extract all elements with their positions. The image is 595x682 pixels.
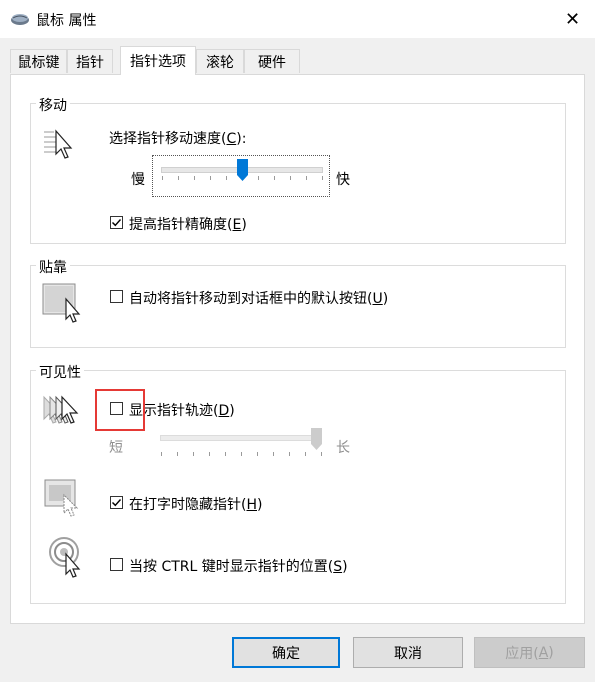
slider-tick: [321, 452, 322, 456]
visibility-group-label: 可见性: [36, 362, 84, 382]
slider-tick: [193, 452, 194, 456]
slider-thumb: [311, 428, 322, 450]
snap-to-icon: [42, 283, 82, 327]
hide-pointer-label[interactable]: 在打字时隐藏指针(H): [129, 494, 262, 514]
mouse-icon: [10, 11, 30, 27]
slider-tick: [161, 452, 162, 456]
slider-tick: [290, 176, 291, 180]
precision-label[interactable]: 提高指针精确度(E): [129, 214, 247, 234]
snap-group-label: 贴靠: [36, 257, 70, 277]
slider-tick: [194, 176, 195, 180]
show-location-icon: [48, 536, 84, 582]
highlight-box: [95, 389, 145, 431]
speed-slider[interactable]: [152, 155, 330, 197]
fast-label: 快: [336, 172, 350, 188]
slider-tick: [257, 452, 258, 456]
slider-tick: [210, 176, 211, 180]
slider-tick: [178, 176, 179, 180]
hide-pointer-checkbox[interactable]: [110, 496, 123, 509]
check-icon: [112, 219, 122, 227]
motion-group-label: 移动: [36, 95, 70, 115]
snap-label[interactable]: 自动将指针移动到对话框中的默认按钮(U): [129, 288, 388, 308]
precision-checkbox[interactable]: [110, 216, 123, 229]
cancel-button[interactable]: 取消: [353, 637, 463, 668]
slider-tick: [209, 452, 210, 456]
slow-label: 慢: [131, 172, 145, 188]
slider-tick: [274, 176, 275, 180]
tab-hardware[interactable]: 硬件: [244, 49, 300, 73]
trails-length-slider: [152, 428, 330, 458]
hide-pointer-icon: [44, 479, 84, 521]
tab-pointers[interactable]: 指针: [67, 49, 113, 73]
close-icon: ✕: [564, 8, 581, 30]
check-icon: [112, 499, 122, 507]
slider-tick: [273, 452, 274, 456]
slider-tick: [322, 176, 323, 180]
slider-thumb[interactable]: [237, 159, 248, 181]
slider-tick: [177, 452, 178, 456]
speed-label: 选择指针移动速度(C):: [109, 131, 247, 147]
tab-label: 鼠标键: [17, 54, 60, 71]
close-button[interactable]: ✕: [550, 0, 595, 38]
slider-tick: [289, 452, 290, 456]
tab-label: 指针: [76, 54, 104, 71]
tab-label: 滚轮: [206, 54, 234, 71]
slider-track: [160, 435, 322, 441]
tab-label: 指针选项: [130, 54, 186, 70]
snap-checkbox[interactable]: [110, 290, 123, 303]
ctrl-location-checkbox[interactable]: [110, 558, 123, 571]
slider-tick: [162, 176, 163, 180]
short-label: 短: [109, 440, 123, 456]
tab-wheel[interactable]: 滚轮: [196, 49, 244, 73]
window-title: 鼠标 属性: [36, 13, 97, 29]
ctrl-location-label[interactable]: 当按 CTRL 键时显示指针的位置(S): [129, 556, 348, 576]
tab-label: 硬件: [258, 54, 286, 71]
tab-buttons[interactable]: 鼠标键: [10, 49, 67, 73]
slider-tick: [225, 452, 226, 456]
slider-tick: [258, 176, 259, 180]
apply-button[interactable]: 应用(A): [474, 637, 585, 668]
slider-tick: [305, 452, 306, 456]
slider-tick: [226, 176, 227, 180]
slider-tick: [241, 452, 242, 456]
ok-button[interactable]: 确定: [232, 637, 340, 668]
tab-pointer-options[interactable]: 指针选项: [120, 46, 196, 75]
pointer-trails-icon: [42, 393, 82, 431]
pointer-speed-icon: [44, 128, 80, 164]
slider-tick: [306, 176, 307, 180]
long-label: 长: [336, 440, 350, 456]
